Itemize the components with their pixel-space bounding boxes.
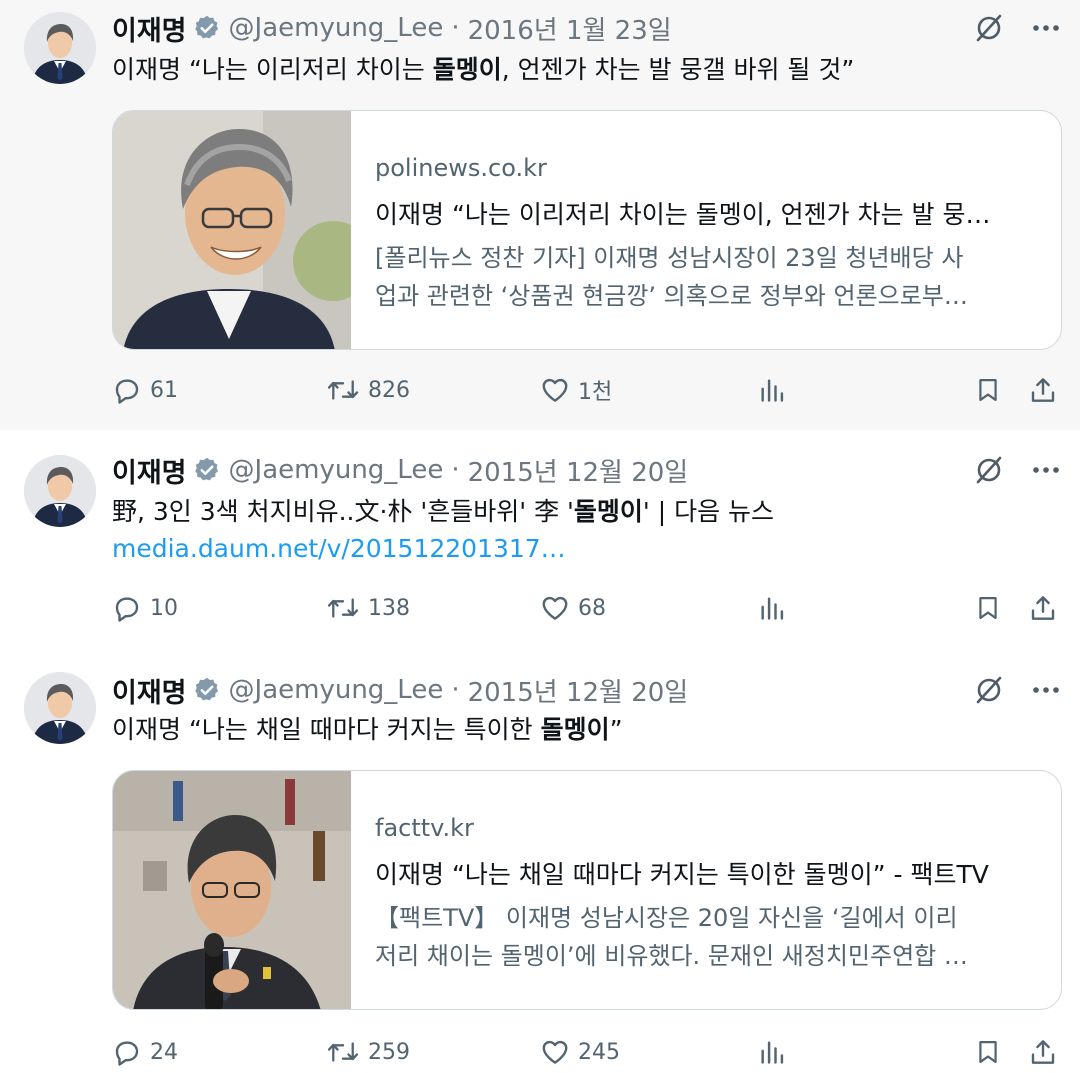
tweet-link[interactable]: media.daum.net/v/201512201317… — [112, 531, 566, 567]
bookmark-button[interactable] — [974, 1032, 1010, 1072]
retweet-button[interactable]: 259 — [326, 1032, 410, 1072]
tweet-text: 이재명 “나는 채일 때마다 커지는 특이한 돌멩이” — [112, 715, 623, 744]
card-title: 이재명 “나는 채일 때마다 커지는 특이한 돌멩이” - 팩트TV — [375, 860, 989, 889]
separator-dot: · — [451, 675, 460, 705]
heart-icon — [540, 1037, 570, 1067]
share-icon — [1028, 375, 1058, 405]
author-handle[interactable]: @Jaemyung_Lee — [229, 455, 444, 485]
reply-count: 61 — [150, 377, 178, 403]
retweet-count: 259 — [368, 1039, 410, 1065]
reply-button[interactable]: 24 — [112, 1032, 178, 1072]
reply-count: 10 — [150, 595, 178, 621]
retweet-icon — [326, 593, 360, 623]
views-icon — [758, 376, 786, 404]
share-button[interactable] — [1028, 1032, 1066, 1072]
like-button[interactable]: 1천 — [540, 370, 612, 410]
grok-icon[interactable] — [974, 13, 1004, 43]
more-icon[interactable] — [1032, 686, 1060, 694]
views-button[interactable] — [758, 370, 794, 410]
separator-dot: · — [451, 13, 460, 43]
author-handle[interactable]: @Jaemyung_Lee — [229, 13, 444, 43]
retweet-icon — [326, 375, 360, 405]
action-bar: 10 138 68 — [112, 588, 1062, 628]
verified-badge-icon — [193, 456, 221, 484]
reply-icon — [112, 1037, 142, 1067]
tweet-2[interactable]: 이재명 @Jaemyung_Lee · 2015년 12월 20일 野, 3인 … — [0, 430, 1080, 650]
verified-badge-icon — [193, 14, 221, 42]
reply-count: 24 — [150, 1039, 178, 1065]
share-icon — [1028, 1037, 1058, 1067]
tweet-text: 野, 3인 3색 처지비유..文·朴 '흔들바위' 李 '돌멩이' | 다음 뉴… — [112, 497, 775, 526]
share-button[interactable] — [1028, 370, 1066, 410]
grok-icon[interactable] — [974, 455, 1004, 485]
author-handle[interactable]: @Jaemyung_Lee — [229, 675, 444, 705]
like-button[interactable]: 68 — [540, 588, 606, 628]
reply-button[interactable]: 61 — [112, 370, 178, 410]
highlighted-keyword: 돌멩이 — [573, 497, 643, 526]
tweet-date[interactable]: 2015년 12월 20일 — [468, 672, 689, 709]
avatar[interactable] — [24, 672, 96, 744]
like-count: 245 — [578, 1039, 620, 1065]
share-icon — [1028, 593, 1058, 623]
author-name[interactable]: 이재명 — [112, 9, 187, 48]
heart-icon — [540, 593, 570, 623]
retweet-count: 138 — [368, 595, 410, 621]
card-domain: polinews.co.kr — [375, 154, 547, 182]
avatar[interactable] — [24, 12, 96, 84]
bookmark-icon — [974, 1037, 1002, 1067]
tweet-1[interactable]: 이재명 @Jaemyung_Lee · 2016년 1월 23일 이재명 “나는… — [0, 0, 1080, 430]
bookmark-icon — [974, 593, 1002, 623]
reply-icon — [112, 375, 142, 405]
link-card[interactable]: facttv.kr 이재명 “나는 채일 때마다 커지는 특이한 돌멩이” - … — [112, 770, 1062, 1010]
card-thumbnail — [113, 111, 351, 349]
tweet-3[interactable]: 이재명 @Jaemyung_Lee · 2015년 12월 20일 이재명 “나… — [0, 650, 1080, 1073]
highlighted-keyword: 돌멩이 — [540, 715, 610, 744]
link-card[interactable]: polinews.co.kr 이재명 “나는 이리저리 차이는 돌멩이, 언젠가… — [112, 110, 1062, 350]
reply-button[interactable]: 10 — [112, 588, 178, 628]
heart-icon — [540, 375, 570, 405]
more-icon[interactable] — [1032, 24, 1060, 32]
retweet-button[interactable]: 138 — [326, 588, 410, 628]
tweet-date[interactable]: 2016년 1월 23일 — [468, 10, 672, 47]
tweet-header: 이재명 @Jaemyung_Lee · 2015년 12월 20일 — [112, 450, 688, 490]
grok-icon[interactable] — [974, 675, 1004, 705]
views-icon — [758, 1038, 786, 1066]
avatar[interactable] — [24, 455, 96, 527]
card-domain: facttv.kr — [375, 814, 474, 842]
author-name[interactable]: 이재명 — [112, 451, 187, 490]
verified-badge-icon — [193, 676, 221, 704]
like-count: 1천 — [578, 380, 613, 405]
card-description: 【팩트TV】 이재명 성남시장은 20일 자신을 ‘길에서 이리 저리 채이는 … — [375, 904, 968, 970]
views-button[interactable] — [758, 1032, 794, 1072]
author-name[interactable]: 이재명 — [112, 671, 187, 710]
retweet-count: 826 — [368, 377, 410, 403]
card-thumbnail — [113, 771, 351, 1009]
card-title: 이재명 “나는 이리저리 차이는 돌멩이, 언젠가 차는 발 뭉… — [375, 200, 991, 229]
retweet-button[interactable]: 826 — [326, 370, 410, 410]
highlighted-keyword: 돌멩이 — [432, 55, 502, 84]
reply-icon — [112, 593, 142, 623]
more-icon[interactable] — [1032, 466, 1060, 474]
bookmark-icon — [974, 375, 1002, 405]
card-description: [폴리뉴스 정찬 기자] 이재명 성남시장이 23일 청년배당 사 업과 관련한… — [375, 244, 968, 310]
tweet-header: 이재명 @Jaemyung_Lee · 2015년 12월 20일 — [112, 670, 688, 710]
retweet-icon — [326, 1037, 360, 1067]
tweet-text: 이재명 “나는 이리저리 차이는 돌멩이, 언젠가 차는 발 뭉갤 바위 될 것… — [112, 55, 855, 84]
bookmark-button[interactable] — [974, 370, 1010, 410]
share-button[interactable] — [1028, 588, 1066, 628]
action-bar: 24 259 245 — [112, 1032, 1062, 1072]
views-icon — [758, 594, 786, 622]
action-bar: 61 826 1천 — [112, 370, 1062, 410]
bookmark-button[interactable] — [974, 588, 1010, 628]
tweet-date[interactable]: 2015년 12월 20일 — [468, 452, 689, 489]
views-button[interactable] — [758, 588, 794, 628]
like-button[interactable]: 245 — [540, 1032, 620, 1072]
separator-dot: · — [451, 455, 460, 485]
tweet-header: 이재명 @Jaemyung_Lee · 2016년 1월 23일 — [112, 8, 672, 48]
like-count: 68 — [578, 595, 606, 621]
